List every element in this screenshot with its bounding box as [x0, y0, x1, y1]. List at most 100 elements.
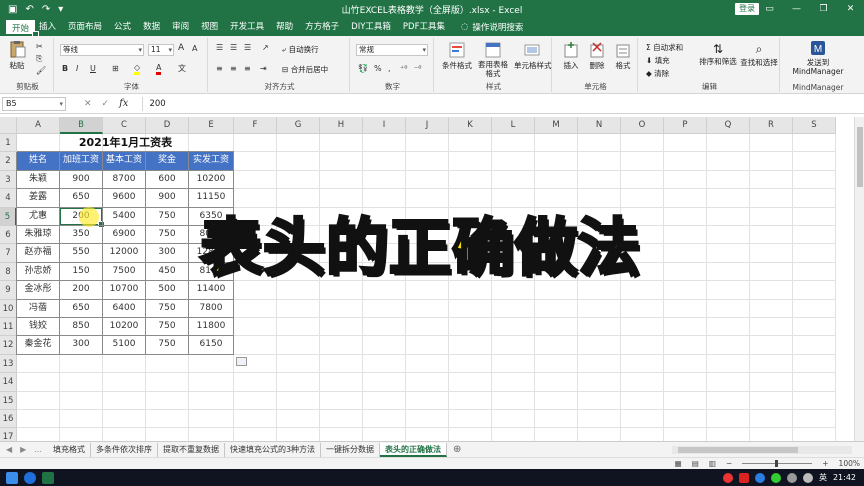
phonetic-icon[interactable]: 文 [178, 63, 186, 74]
table-cell[interactable]: 金冰彤 [17, 281, 59, 298]
table-cell[interactable]: 900 [146, 189, 188, 206]
row-header-9[interactable]: 9 [0, 281, 17, 300]
shrink-font-button[interactable]: A [192, 44, 197, 53]
column-header-l[interactable]: L [492, 117, 535, 134]
row-header-15[interactable]: 15 [0, 391, 17, 410]
sheet-next-icon[interactable]: ▶ [20, 445, 26, 454]
row-header-14[interactable]: 14 [0, 373, 17, 392]
cell-styles-button[interactable]: 单元格样式 [514, 42, 552, 71]
sheet-more-icon[interactable]: ... [34, 445, 42, 454]
table-cell[interactable]: 750 [146, 300, 188, 317]
table-cell[interactable]: 900 [60, 171, 102, 188]
tray-network-icon[interactable] [786, 472, 797, 483]
start-icon[interactable] [6, 471, 18, 484]
table-cell[interactable]: 尤惠 [17, 208, 59, 225]
paste-button[interactable]: 粘贴 [6, 40, 28, 71]
name-box[interactable]: B5 [2, 96, 66, 111]
table-cell[interactable]: 朱颖 [17, 171, 59, 188]
ribbon-display-icon[interactable]: ▭ [756, 0, 783, 18]
align-left-icon[interactable]: ≡ [216, 64, 223, 73]
column-header-k[interactable]: K [449, 117, 492, 134]
column-header-i[interactable]: I [363, 117, 406, 134]
tab-pdf-tools[interactable]: PDF工具集 [397, 18, 451, 36]
table-cell[interactable]: 秦金花 [17, 336, 59, 353]
row-header-2[interactable]: 2 [0, 152, 17, 171]
sheet-tab[interactable]: 一键拆分数据 [321, 442, 381, 457]
row-header-8[interactable]: 8 [0, 262, 17, 282]
sheet-tab[interactable]: 多条件依次排序 [91, 442, 158, 457]
restore-icon[interactable]: ❐ [810, 0, 837, 18]
sheet-tab[interactable]: 提取不重复数据 [158, 442, 225, 457]
zoom-in-icon[interactable]: + [822, 459, 828, 468]
find-select-button[interactable]: ⌕ 查找和选择 [740, 42, 778, 68]
table-header-cell[interactable]: 奖金 [146, 152, 188, 170]
column-header-j[interactable]: J [406, 117, 449, 134]
table-cell[interactable]: 150 [60, 263, 102, 280]
row-header-17[interactable]: 17 [0, 428, 17, 441]
vertical-scroll-thumb[interactable] [857, 127, 863, 187]
paste-options-icon[interactable] [236, 356, 247, 366]
table-cell[interactable]: 7800 [189, 300, 233, 317]
font-name-combo[interactable]: 等线 [60, 44, 144, 56]
enter-icon[interactable]: ✓ [102, 99, 110, 109]
tab-help[interactable]: 帮助 [270, 18, 299, 36]
table-cell[interactable]: 10700 [103, 281, 145, 298]
column-header-f[interactable]: F [234, 117, 277, 134]
tray-app-icon[interactable] [722, 472, 733, 483]
tab-page-layout[interactable]: 页面布局 [62, 18, 108, 36]
column-header-r[interactable]: R [750, 117, 793, 134]
table-cell[interactable]: 7500 [103, 263, 145, 280]
row-header-3[interactable]: 3 [0, 170, 17, 190]
merge-center-button[interactable]: ⊟ 合并后居中 [282, 64, 328, 75]
column-header-s[interactable]: S [793, 117, 836, 134]
row-header-10[interactable]: 10 [0, 299, 17, 318]
sheet-prev-icon[interactable]: ◀ [6, 445, 12, 454]
orientation-icon[interactable]: ↗ [262, 43, 269, 52]
table-header-cell[interactable]: 加班工资 [60, 152, 102, 170]
column-header-g[interactable]: G [277, 117, 320, 134]
table-cell[interactable]: 5100 [103, 336, 145, 353]
fill-color-icon[interactable]: ◇ [134, 63, 141, 75]
align-bottom-icon[interactable]: ☰ [244, 43, 251, 52]
undo-icon[interactable]: ↶ [25, 4, 33, 15]
sort-filter-button[interactable]: ⇅ 排序和筛选 [698, 42, 738, 67]
row-header-1[interactable]: 1 [0, 134, 17, 153]
conditional-format-button[interactable]: 条件格式 [442, 42, 472, 71]
table-cell[interactable]: 钱姣 [17, 318, 59, 335]
tab-home[interactable]: 开始 [4, 18, 40, 38]
tab-review[interactable]: 审阅 [166, 18, 195, 36]
increase-decimal-icon[interactable]: ⁺⁰ [400, 64, 407, 73]
send-to-mindmanager-button[interactable]: M 发送到MindManager [786, 40, 850, 76]
tab-developer[interactable]: 开发工具 [224, 18, 270, 36]
customize-toolbar-icon[interactable]: ▾ [58, 4, 63, 15]
horizontal-scroll-thumb[interactable] [678, 446, 798, 453]
row-header-7[interactable]: 7 [0, 244, 17, 263]
tray-wechat-icon[interactable] [770, 472, 781, 483]
tab-view[interactable]: 视图 [195, 18, 224, 36]
zoom-level[interactable]: 100% [839, 459, 860, 468]
font-color-icon[interactable]: A [156, 63, 162, 75]
table-cell[interactable]: 300 [60, 336, 102, 353]
cancel-icon[interactable]: ✕ [84, 99, 92, 109]
sheet-tab[interactable]: 快速填充公式的3种方法 [225, 442, 322, 457]
copy-icon[interactable]: ⎘ [36, 54, 42, 64]
table-cell[interactable]: 600 [146, 171, 188, 188]
format-cells-button[interactable]: 格式 [612, 42, 634, 71]
format-painter-icon[interactable]: 🖌 [36, 66, 46, 75]
table-cell[interactable]: 孙忠娇 [17, 263, 59, 280]
table-cell[interactable]: 300 [146, 244, 188, 261]
decrease-decimal-icon[interactable]: ⁻⁰ [414, 64, 421, 73]
table-cell[interactable]: 8700 [103, 171, 145, 188]
row-header-6[interactable]: 6 [0, 226, 17, 245]
column-header-e[interactable]: E [189, 117, 234, 134]
table-cell[interactable]: 350 [60, 226, 102, 243]
tab-data[interactable]: 数据 [137, 18, 166, 36]
tray-volume-icon[interactable] [802, 472, 813, 483]
table-cell[interactable]: 750 [146, 226, 188, 243]
input-language[interactable]: 英 [819, 472, 827, 483]
table-cell[interactable]: 750 [146, 336, 188, 353]
column-header-c[interactable]: C [103, 117, 146, 134]
fill-button[interactable]: ⬇ 填充 [646, 55, 670, 66]
column-header-d[interactable]: D [146, 117, 189, 134]
table-cell[interactable]: 650 [60, 300, 102, 317]
